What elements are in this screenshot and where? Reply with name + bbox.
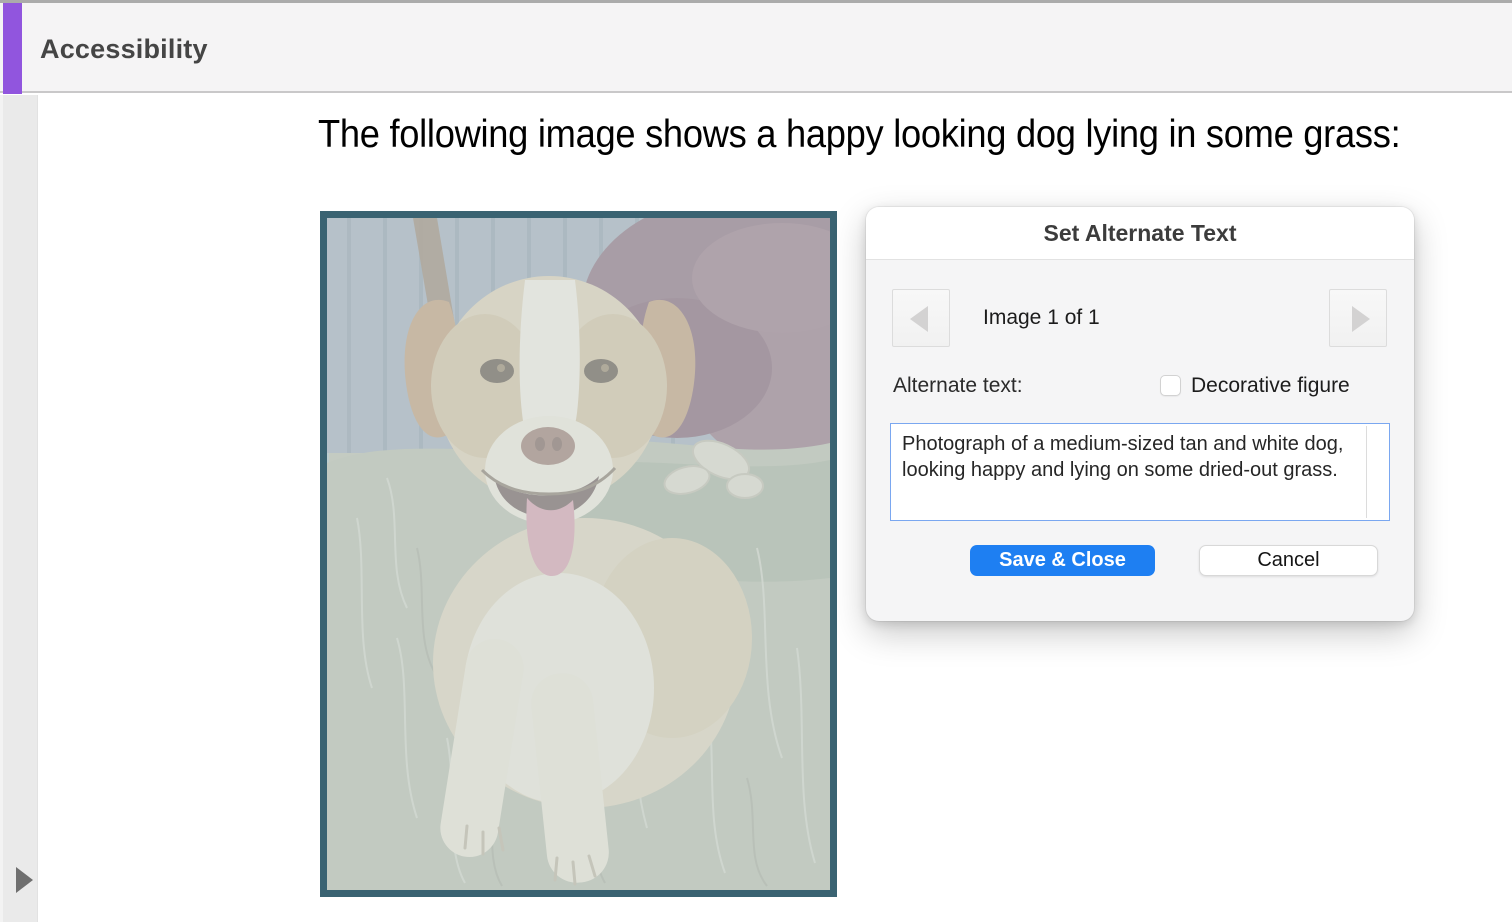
decorative-figure-label: Decorative figure [1191, 374, 1350, 398]
decorative-figure-checkbox[interactable] [1160, 375, 1181, 396]
panel-title: Accessibility [40, 34, 208, 65]
previous-image-button[interactable] [892, 289, 950, 347]
application-window: Accessibility The following image shows … [0, 0, 1512, 922]
save-and-close-button[interactable]: Save & Close [970, 545, 1155, 576]
dog-photo-illustration [327, 218, 830, 890]
alternate-text-input[interactable]: Photograph of a medium-sized tan and whi… [891, 424, 1389, 520]
alternate-text-label: Alternate text: [893, 374, 1023, 398]
expand-panel-button[interactable] [14, 866, 34, 894]
document-heading: The following image shows a happy lookin… [318, 113, 1400, 157]
set-alternate-text-dialog: Set Alternate Text Image 1 of 1 Alternat… [866, 207, 1414, 621]
dialog-title: Set Alternate Text [866, 207, 1414, 259]
chevron-right-icon [16, 867, 33, 893]
alternate-text-field-wrap: Photograph of a medium-sized tan and whi… [890, 423, 1390, 521]
triangle-right-icon [1352, 306, 1370, 332]
panel-header: Accessibility [0, 0, 1512, 93]
next-image-button[interactable] [1329, 289, 1387, 347]
collapsed-sidebar-rail [0, 95, 38, 922]
image-counter: Image 1 of 1 [983, 306, 1100, 330]
dialog-header: Set Alternate Text [866, 207, 1414, 260]
document-image-dog-photo[interactable] [320, 211, 837, 897]
triangle-left-icon [910, 306, 928, 332]
cancel-button[interactable]: Cancel [1199, 545, 1378, 576]
accent-stripe [3, 3, 22, 94]
